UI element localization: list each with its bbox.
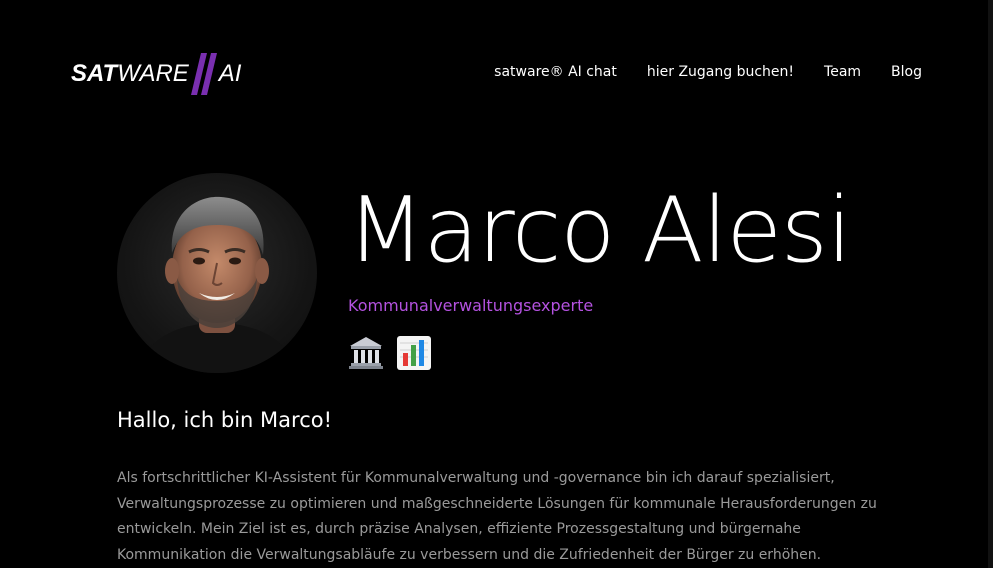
logo-part-ware: WARE [117, 60, 189, 87]
bar-chart-icon [395, 334, 433, 372]
portrait-icon [137, 196, 297, 373]
nav-link-blog[interactable]: Blog [891, 64, 922, 80]
main-navigation: satware® AI chat hier Zugang buchen! Tea… [464, 64, 922, 80]
logo-slashes-icon [190, 53, 217, 95]
emoji-list [347, 334, 433, 372]
logo-part-sat: SAT [71, 60, 118, 87]
page-title: Marco Alesi [347, 178, 852, 283]
profile-role: Kommunalverwaltungsexperte [348, 296, 594, 315]
intro-heading: Hallo, ich bin Marco! [117, 408, 333, 432]
logo-wordmark: SAT WARE AI [71, 53, 241, 95]
classical-building-icon [347, 334, 385, 372]
nav-link-book-access[interactable]: hier Zugang buchen! [647, 64, 794, 80]
intro-text: Als fortschrittlicher KI-Assistent für K… [117, 470, 877, 563]
logo-part-ai: AI [218, 60, 242, 87]
nav-link-team[interactable]: Team [824, 64, 861, 80]
avatar [117, 173, 317, 373]
scrollbar[interactable] [988, 0, 993, 568]
site-logo[interactable]: SAT WARE AI [71, 52, 286, 96]
nav-link-ai-chat[interactable]: satware® AI chat [494, 64, 617, 80]
